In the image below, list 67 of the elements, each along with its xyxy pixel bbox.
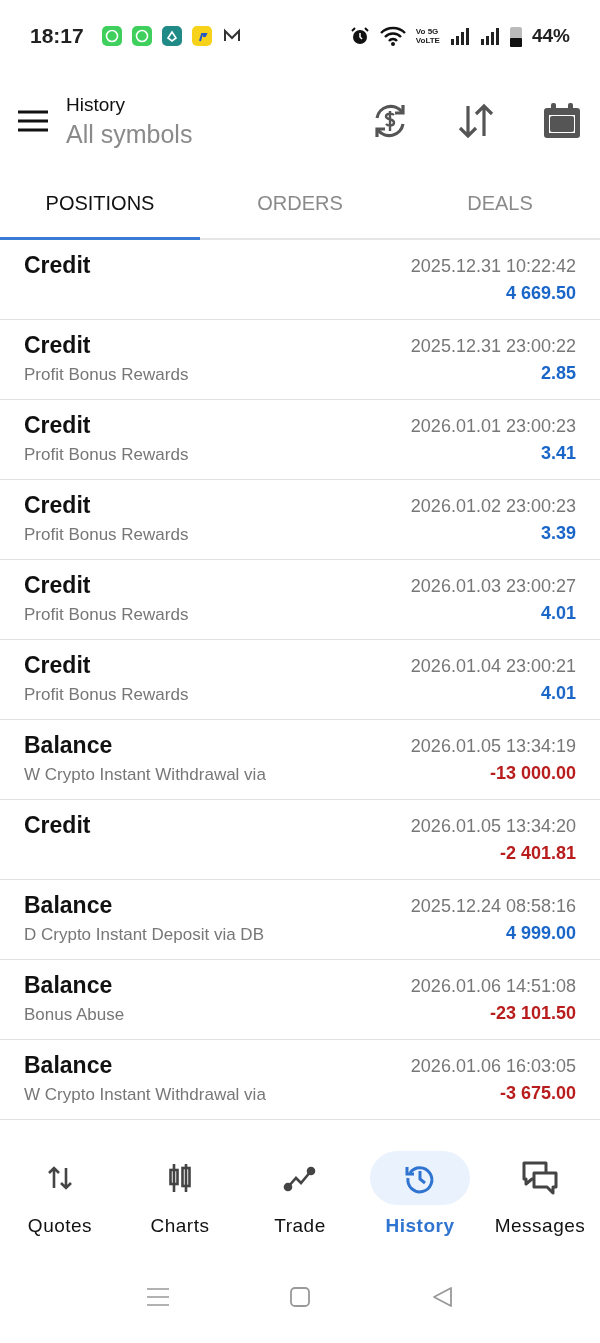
deal-time: 2026.01.02 23:00:23 [410,496,576,517]
signal-icon [449,26,470,46]
deal-amount: 4 669.50 [505,283,576,304]
wifi-icon [379,26,406,46]
deal-type: Credit [24,652,91,679]
deal-time: 2025.12.31 10:22:42 [410,256,576,277]
screen-title: History [66,93,127,116]
deal-type: Balance [24,732,113,759]
deal-time: 2026.01.05 13:34:19 [410,736,576,757]
status-time: 18:17 [30,24,84,48]
nav-tab[interactable]: Charts [125,1151,235,1261]
deal-time: 2026.01.04 23:00:21 [410,656,576,677]
deal-type: Credit [24,572,91,599]
deal-time: 2025.12.24 08:58:16 [410,896,576,917]
chat-app-icon [131,26,152,46]
menu-button[interactable] [18,109,48,133]
nav-tab[interactable]: Messages [485,1151,595,1261]
deal-amount: 4.01 [540,603,576,624]
deal-comment: Profit Bonus Rewards [24,525,189,545]
deal-type: Credit [24,492,91,519]
deal-comment: Profit Bonus Rewards [24,365,189,385]
back-button[interactable] [431,1286,453,1308]
deal-type: Credit [24,812,91,839]
deal-amount: -2 401.81 [499,843,576,864]
deal-type: Credit [24,252,91,279]
deal-type: Balance [24,892,113,919]
deal-time: 2026.01.01 23:00:23 [410,416,576,437]
deal-amount: 2.85 [540,363,576,384]
deal-comment: Bonus Abuse [24,1005,125,1025]
nav-tab[interactable]: Quotes [5,1151,115,1261]
alarm-clock-icon [349,26,370,46]
deal-time: 2025.12.31 23:00:22 [410,336,576,357]
deal-amount: 3.41 [540,443,576,464]
chat-bubbles-icon [520,1159,560,1197]
deal-comment: D Crypto Instant Deposit via DB [24,925,264,945]
deal-time: 2026.01.06 14:51:08 [410,976,576,997]
home-button[interactable] [289,1286,311,1308]
app-icon [191,26,212,46]
deal-time: 2026.01.06 16:03:05 [410,1056,576,1077]
deal-amount: -23 101.50 [489,1003,576,1024]
battery-icon [509,25,522,47]
battery-percentage: 44% [531,25,570,47]
signal-icon [479,26,500,46]
deal-comment: Profit Bonus Rewards [24,685,189,705]
deal-amount: 3.39 [540,523,576,544]
nav-tab[interactable]: History [365,1151,475,1261]
deal-time: 2026.01.03 23:00:27 [410,576,576,597]
deal-comment: Profit Bonus Rewards [24,605,189,625]
deal-comment: W Crypto Instant Withdrawal via [24,1085,266,1105]
network-type-label: Vo 5G VoLTE [415,27,440,45]
deal-comment: W Crypto Instant Withdrawal via [24,765,266,785]
nav-tab[interactable]: Trade [245,1151,355,1261]
deal-type: Balance [24,972,113,999]
calendar-button[interactable] [542,101,582,141]
tab[interactable]: POSITIONS [0,170,200,240]
deal-amount: -13 000.00 [489,763,576,784]
deal-amount: 4.01 [540,683,576,704]
deal-amount: 4 999.00 [505,923,576,944]
deal-comment: Profit Bonus Rewards [24,445,189,465]
deal-type: Credit [24,332,91,359]
deal-amount: -3 675.00 [499,1083,576,1104]
chat-app-icon [101,26,122,46]
app-icon [161,26,182,46]
deal-type: Credit [24,412,91,439]
sort-button[interactable] [456,101,496,141]
deal-type: Balance [24,1052,113,1079]
deal-time: 2026.01.05 13:34:20 [410,816,576,837]
